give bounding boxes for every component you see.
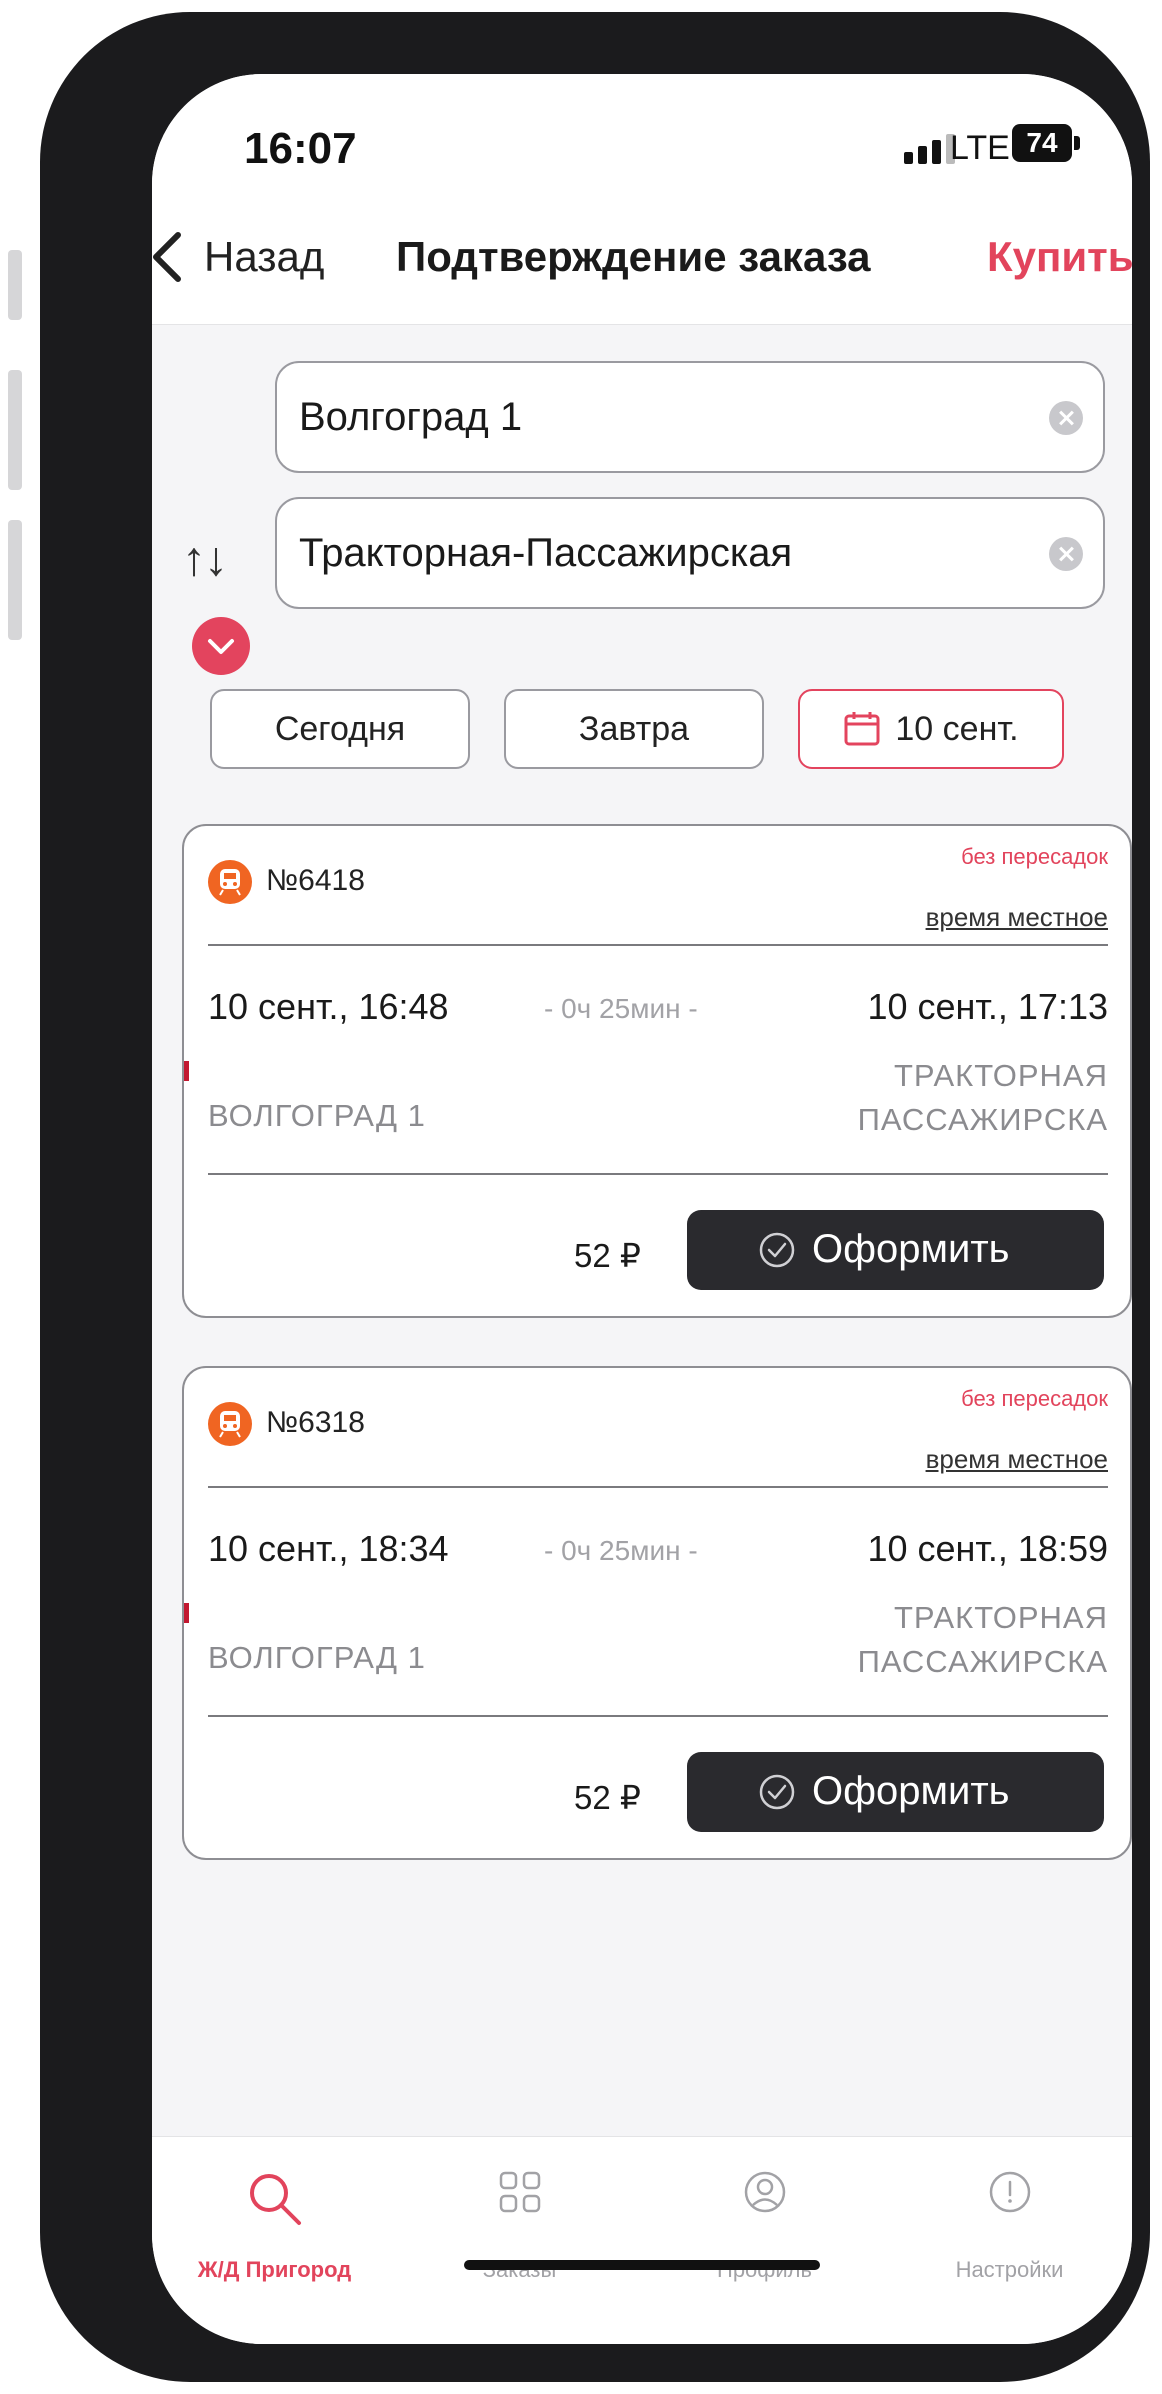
train-card: №6318 без пересадок время местное 10 сен… [182, 1366, 1132, 1860]
ticket-price: 52 ₽ [574, 1779, 641, 1816]
home-indicator[interactable] [464, 2260, 820, 2270]
train-icon [208, 860, 252, 904]
train-icon [208, 1402, 252, 1446]
divider [208, 1715, 1108, 1717]
check-circle-icon [759, 1774, 795, 1810]
check-circle-icon [759, 1232, 795, 1268]
back-button[interactable]: Назад [152, 227, 324, 287]
departure-station: ВОЛГОГРАД 1 [208, 1640, 426, 1675]
tab-settings[interactable]: Настройки [887, 2137, 1132, 2297]
train-card: №6418 без пересадок время местное 10 сен… [182, 824, 1132, 1318]
departure-time: 10 сент., 18:34 [208, 1528, 449, 1569]
to-station-input[interactable] [299, 499, 1019, 607]
network-type: LTE [950, 129, 1010, 167]
order-button[interactable]: Оформить [687, 1752, 1104, 1832]
tab-bar: Ж/Д Пригород Заказы Профиль Настройки [152, 2136, 1132, 2344]
transfer-note: без пересадок [961, 844, 1108, 869]
status-time: 16:07 [244, 124, 357, 173]
tab-label: Ж/Д Пригород [197, 2257, 352, 2282]
search-icon [249, 2174, 301, 2225]
tab-orders[interactable]: Заказы [397, 2137, 642, 2297]
order-button-label: Оформить [812, 1227, 1010, 1271]
divider [208, 1173, 1108, 1175]
checkmark-toggle-icon[interactable] [192, 617, 250, 675]
time-zone-note: время местное [925, 1444, 1108, 1474]
clear-to-icon[interactable] [1049, 537, 1083, 571]
silent-switch [8, 250, 22, 320]
app-screen: 16:07 LTE 74 Назад Подтверждение заказа … [152, 74, 1132, 2344]
tomorrow-button[interactable]: Завтра [504, 689, 764, 769]
transfer-note: без пересадок [961, 1386, 1108, 1411]
time-zone-note: время местное [925, 902, 1108, 932]
order-button-label: Оформить [812, 1769, 1010, 1813]
clear-from-icon[interactable] [1049, 401, 1083, 435]
route-marker [184, 1603, 189, 1623]
ticket-price: 52 ₽ [574, 1237, 641, 1274]
grid-icon [499, 2171, 540, 2213]
nav-bar: Назад Подтверждение заказа Купить [152, 189, 1132, 325]
train-number: №6418 [266, 864, 365, 897]
today-button[interactable]: Сегодня [210, 689, 470, 769]
arrival-station-line1: ТРАКТОРНАЯ [893, 1058, 1108, 1093]
tab-suburban-rail[interactable]: Ж/Д Пригород [152, 2137, 397, 2297]
from-station-input[interactable] [299, 363, 1019, 471]
departure-time: 10 сент., 16:48 [208, 986, 449, 1027]
train-number: №6318 [266, 1406, 365, 1439]
selected-date-label: 10 сент. [895, 709, 1019, 748]
signal-icon [904, 134, 955, 164]
arrival-time: 10 сент., 18:59 [867, 1528, 1108, 1569]
divider [208, 944, 1108, 946]
chevron-left-icon [153, 232, 181, 282]
arrival-station-line2: ПАССАЖИРСКА [857, 1644, 1108, 1679]
back-label: Назад [204, 233, 325, 280]
page-title: Подтверждение заказа [396, 233, 871, 280]
info-icon [989, 2171, 1030, 2213]
order-button[interactable]: Оформить [687, 1210, 1104, 1290]
calendar-icon [844, 712, 880, 746]
swap-stations-icon[interactable]: ↑↓ [182, 532, 228, 587]
travel-duration: - 0ч 25мин - [544, 993, 698, 1024]
to-station-field[interactable] [275, 497, 1105, 609]
battery-tip [1074, 136, 1080, 150]
status-bar: 16:07 LTE 74 [152, 74, 1132, 189]
buy-button[interactable]: Купить [987, 233, 1132, 281]
arrival-station-line2: ПАССАЖИРСКА [857, 1102, 1108, 1137]
divider [208, 1486, 1108, 1488]
route-marker [184, 1061, 189, 1081]
tab-profile[interactable]: Профиль [642, 2137, 887, 2297]
battery-icon: 74 [1012, 124, 1072, 162]
arrival-station-line1: ТРАКТОРНАЯ [893, 1600, 1108, 1635]
from-station-field[interactable] [275, 361, 1105, 473]
profile-icon [744, 2171, 785, 2213]
date-picker-button[interactable]: 10 сент. [798, 689, 1064, 769]
volume-down-button [8, 520, 22, 640]
tab-label: Настройки [955, 2257, 1064, 2282]
arrival-time: 10 сент., 17:13 [867, 986, 1108, 1027]
phone-frame: 16:07 LTE 74 Назад Подтверждение заказа … [40, 12, 1150, 2382]
travel-duration: - 0ч 25мин - [544, 1535, 698, 1566]
volume-up-button [8, 370, 22, 490]
departure-station: ВОЛГОГРАД 1 [208, 1098, 426, 1133]
